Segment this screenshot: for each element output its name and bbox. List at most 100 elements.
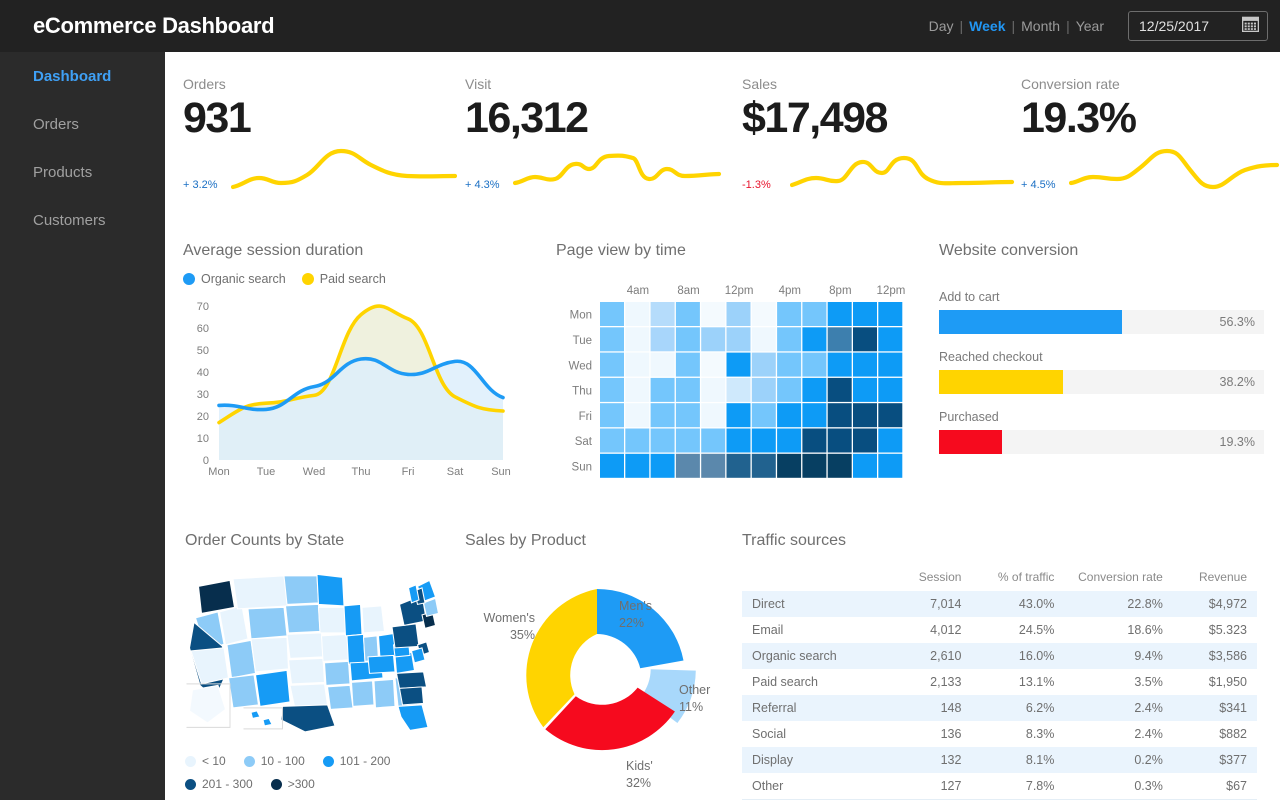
heatmap-cell[interactable]: [600, 428, 624, 453]
heatmap-cell[interactable]: [878, 403, 903, 428]
heatmap-cell[interactable]: [701, 453, 726, 478]
state-ky[interactable]: [367, 654, 396, 674]
heatmap-cell[interactable]: [625, 327, 650, 352]
heatmap-cell[interactable]: [600, 302, 624, 326]
state-nm[interactable]: [254, 669, 291, 707]
heatmap-cell[interactable]: [675, 428, 700, 453]
heatmap-cell[interactable]: [701, 377, 726, 402]
heatmap-cell[interactable]: [726, 453, 751, 478]
heatmap-cell[interactable]: [625, 428, 650, 453]
heatmap-cell[interactable]: [878, 377, 903, 402]
state-pa[interactable]: [391, 623, 420, 649]
state-md[interactable]: [410, 647, 426, 664]
heatmap-cell[interactable]: [853, 302, 877, 326]
heatmap-cell[interactable]: [827, 352, 852, 377]
state-ne[interactable]: [286, 632, 324, 659]
state-ks[interactable]: [287, 657, 326, 685]
sidebar-item-orders[interactable]: Orders: [0, 100, 165, 148]
state-id[interactable]: [218, 605, 249, 646]
state-sd[interactable]: [284, 603, 321, 634]
heatmap-cell[interactable]: [802, 302, 827, 326]
table-row[interactable]: Display 132 8.1% 0.2% $377: [742, 747, 1257, 773]
heatmap-cell[interactable]: [853, 428, 877, 453]
state-hi[interactable]: [262, 717, 273, 727]
heatmap-cell[interactable]: [777, 377, 802, 402]
heatmap-cell[interactable]: [853, 352, 877, 377]
heatmap-cell[interactable]: [701, 352, 726, 377]
heatmap-cell[interactable]: [878, 327, 903, 352]
heatmap-cell[interactable]: [650, 327, 675, 352]
heatmap-cell[interactable]: [878, 453, 903, 478]
heatmap-cell[interactable]: [802, 327, 827, 352]
sidebar-item-customers[interactable]: Customers: [0, 196, 165, 244]
heatmap-cell[interactable]: [853, 327, 877, 352]
heatmap-cell[interactable]: [650, 453, 675, 478]
heatmap-cell[interactable]: [802, 453, 827, 478]
heatmap-cell[interactable]: [802, 403, 827, 428]
heatmap-cell[interactable]: [726, 428, 751, 453]
heatmap-cell[interactable]: [751, 453, 776, 478]
heatmap-cell[interactable]: [827, 428, 852, 453]
state-az[interactable]: [227, 674, 260, 709]
state-ut[interactable]: [226, 639, 257, 679]
state-ar[interactable]: [323, 660, 351, 686]
state-mn[interactable]: [316, 573, 345, 607]
heatmap-cell[interactable]: [675, 453, 700, 478]
heatmap-cell[interactable]: [625, 453, 650, 478]
heatmap-cell[interactable]: [751, 377, 776, 402]
heatmap-cell[interactable]: [675, 302, 700, 326]
heatmap-cell[interactable]: [600, 352, 624, 377]
heatmap-cell[interactable]: [650, 403, 675, 428]
heatmap-cell[interactable]: [701, 327, 726, 352]
heatmap-cell[interactable]: [751, 428, 776, 453]
heatmap-cell[interactable]: [827, 453, 852, 478]
heatmap-cell[interactable]: [853, 377, 877, 402]
date-picker[interactable]: 12/25/2017: [1128, 11, 1268, 41]
heatmap-cell[interactable]: [777, 327, 802, 352]
heatmap-cell[interactable]: [701, 403, 726, 428]
heatmap-cell[interactable]: [777, 428, 802, 453]
heatmap-cell[interactable]: [751, 352, 776, 377]
state-mo[interactable]: [320, 633, 350, 662]
heatmap-cell[interactable]: [827, 302, 852, 326]
state-mt[interactable]: [232, 575, 290, 610]
calendar-icon[interactable]: [1241, 16, 1260, 37]
heatmap-cell[interactable]: [675, 377, 700, 402]
heatmap-cell[interactable]: [726, 403, 751, 428]
table-row[interactable]: Paid search 2,133 13.1% 3.5% $1,950: [742, 669, 1257, 695]
range-month[interactable]: Month: [1015, 18, 1066, 34]
state-la[interactable]: [326, 684, 354, 710]
state-tx[interactable]: [280, 704, 336, 733]
state-il[interactable]: [346, 633, 366, 665]
heatmap-cell[interactable]: [726, 377, 751, 402]
state-wi[interactable]: [343, 603, 363, 637]
sidebar-item-products[interactable]: Products: [0, 148, 165, 196]
heatmap-cell[interactable]: [726, 352, 751, 377]
heatmap-cell[interactable]: [777, 403, 802, 428]
heatmap-cell[interactable]: [777, 302, 802, 326]
state-mi[interactable]: [361, 605, 386, 634]
heatmap-cell[interactable]: [625, 377, 650, 402]
heatmap-cell[interactable]: [625, 302, 650, 326]
state-fl[interactable]: [397, 704, 429, 731]
state-sc[interactable]: [398, 686, 425, 706]
state-nc[interactable]: [395, 671, 428, 689]
heatmap-cell[interactable]: [726, 327, 751, 352]
heatmap-cell[interactable]: [827, 327, 852, 352]
range-week[interactable]: Week: [963, 18, 1011, 34]
heatmap-cell[interactable]: [600, 377, 624, 402]
state-co[interactable]: [250, 636, 290, 673]
heatmap-cell[interactable]: [777, 352, 802, 377]
heatmap-cell[interactable]: [878, 352, 903, 377]
table-row[interactable]: Organic search 2,610 16.0% 9.4% $3,586: [742, 643, 1257, 669]
heatmap-cell[interactable]: [827, 377, 852, 402]
table-row[interactable]: Other 127 7.8% 0.3% $67: [742, 773, 1257, 800]
table-row[interactable]: Social 136 8.3% 2.4% $882: [742, 721, 1257, 747]
heatmap-cell[interactable]: [827, 403, 852, 428]
heatmap-cell[interactable]: [701, 302, 726, 326]
state-ms[interactable]: [350, 680, 375, 707]
state-nd[interactable]: [283, 575, 320, 605]
table-row[interactable]: Email 4,012 24.5% 18.6% $5.323: [742, 617, 1257, 643]
heatmap-cell[interactable]: [650, 352, 675, 377]
heatmap-cell[interactable]: [625, 352, 650, 377]
